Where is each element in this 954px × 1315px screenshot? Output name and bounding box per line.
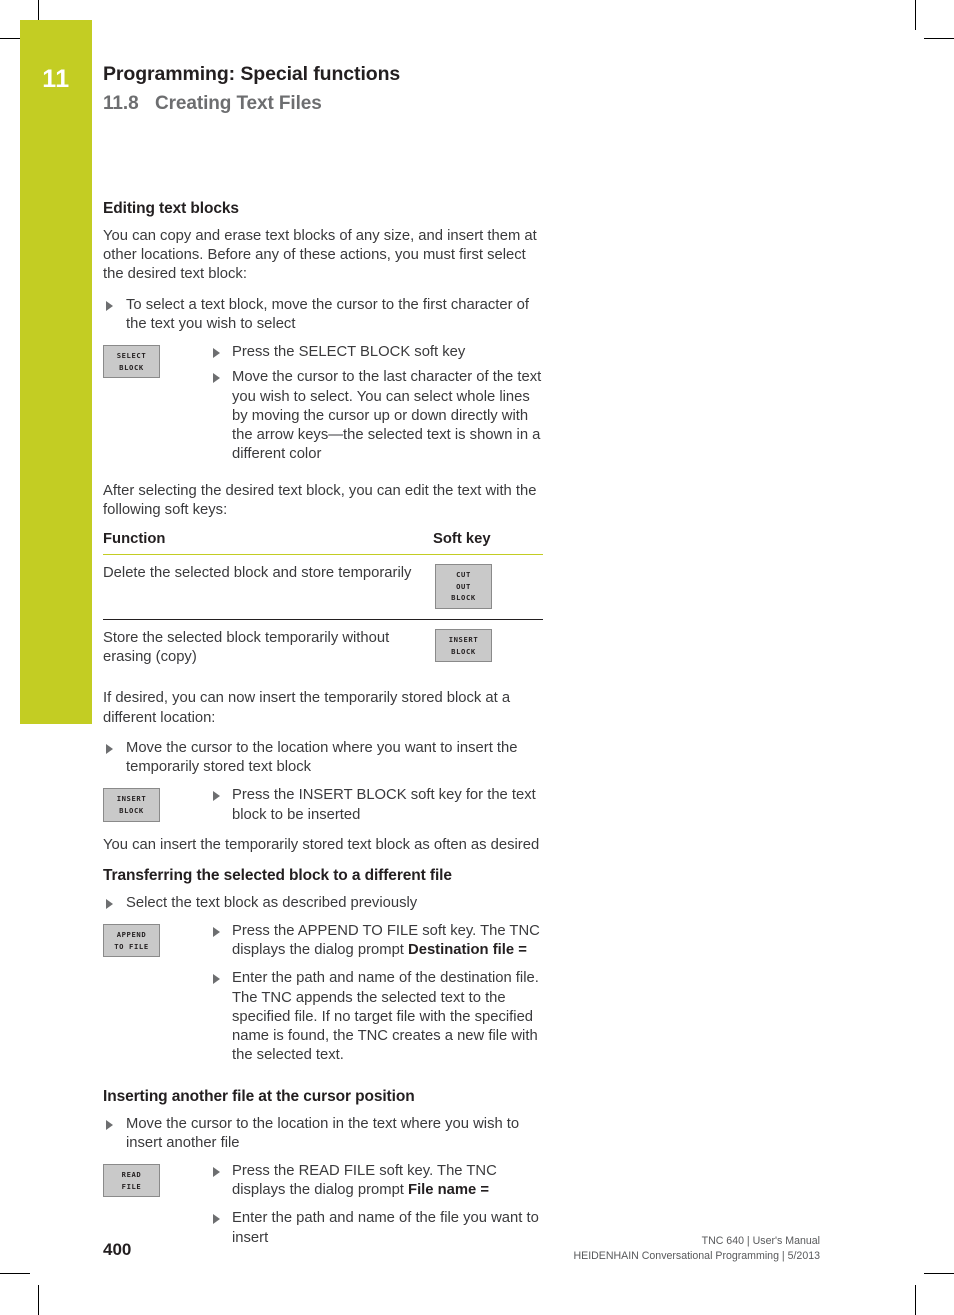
triangle-bullet-icon — [106, 898, 113, 909]
crop-mark-bottom-right-horizontal — [924, 1273, 954, 1274]
list-item-label: Press the INSERT BLOCK soft key for the … — [232, 787, 536, 823]
softkey-line-1: READ — [121, 1170, 142, 1179]
softkey-line-1: INSERT — [448, 635, 479, 645]
triangle-bullet-icon — [213, 926, 220, 937]
triangle-bullet-icon — [106, 743, 113, 754]
main-content: Editing text blocks You can copy and era… — [103, 200, 543, 1251]
list-item: Enter the path and name of the destinati… — [210, 969, 543, 1065]
page-title: Programming: Special functions — [103, 63, 401, 85]
triangle-bullet-icon — [213, 791, 220, 802]
list-item: Press the READ FILE soft key. The TNC di… — [210, 1162, 543, 1200]
list-item: Select the text block as described previ… — [103, 894, 543, 913]
intro-paragraph: You can copy and erase text blocks of an… — [103, 228, 537, 283]
softkey-function-table: Function Soft key Delete the selected bl… — [103, 531, 543, 677]
softkey-cut-out-block[interactable]: CUT OUT BLOCK — [435, 564, 492, 610]
softkey-append-to-file[interactable]: APPEND TO FILE — [103, 923, 160, 958]
list-item: Press the APPEND TO FILE soft key. The T… — [210, 922, 543, 960]
list-item: Move the cursor to the last character of… — [210, 368, 543, 464]
softkey-line-1: INSERT — [116, 794, 147, 804]
heading-editing-text-blocks: Editing text blocks — [103, 200, 239, 217]
table-cell-function: Delete the selected block and store temp… — [103, 554, 433, 621]
list-item-label: Move the cursor to the last character of… — [232, 369, 542, 463]
triangle-bullet-icon — [213, 373, 220, 384]
list-item: Press the SELECT BLOCK soft key — [210, 343, 543, 362]
page-subtitle: 11.8 Creating Text Files — [103, 93, 803, 115]
triangle-bullet-icon — [106, 1119, 113, 1130]
table-cell-softkey: INSERT BLOCK — [433, 620, 543, 678]
triangle-bullet-icon — [213, 1167, 220, 1177]
page-header: Programming: Special functions 11.8 Creat… — [103, 62, 803, 115]
triangle-bullet-icon — [213, 348, 220, 359]
crop-mark-bottom-left-horizontal — [0, 1273, 30, 1274]
softkey-line-2: BLOCK — [119, 806, 144, 816]
bullet-list-select-previously: Select the text block as described previ… — [103, 894, 543, 913]
list-item: Enter the path and name of the file you … — [210, 1209, 543, 1247]
crop-mark-top-right-horizontal — [924, 38, 954, 39]
softkey-insert-block[interactable]: INSERT BLOCK — [435, 629, 492, 663]
column-header-softkey: Soft key — [433, 531, 543, 556]
softkey-row-append-to-file: APPEND TO FILE Press the APPEND TO FILE … — [103, 922, 543, 1066]
table-cell-softkey: CUT OUT BLOCK — [433, 554, 543, 621]
crop-mark-bottom-left-vertical — [38, 1285, 39, 1315]
softkey-select-block[interactable]: SELECT BLOCK — [103, 345, 160, 379]
section-title: Creating Text Files — [155, 93, 322, 115]
softkey-row-read-file: READ FILE Press the READ FILE soft key. … — [103, 1162, 543, 1248]
chapter-number: 11 — [42, 65, 70, 93]
list-item: To select a text block, move the cursor … — [103, 296, 543, 334]
softkey-line-1: CUT — [456, 570, 471, 580]
table-row: Store the selected block temporarily wit… — [103, 620, 543, 678]
list-item: Move the cursor to the location in the t… — [103, 1115, 543, 1153]
list-item-label: To select a text block, move the cursor … — [126, 296, 529, 332]
softkey-line-2: FILE — [121, 1181, 142, 1191]
table-header-row: Function Soft key — [103, 531, 543, 556]
softkey-line-2: TO FILE — [114, 941, 149, 951]
column-header-function: Function — [103, 531, 433, 556]
softkey-insert-block[interactable]: INSERT BLOCK — [103, 788, 160, 822]
list-item-label: Enter the path and name of the destinati… — [232, 970, 539, 1064]
softkey-line-2: BLOCK — [451, 646, 476, 656]
table-row: Delete the selected block and store temp… — [103, 554, 543, 621]
softkey-line-3: BLOCK — [451, 593, 476, 603]
list-item-label: Move the cursor to the location where yo… — [126, 739, 518, 776]
bullet-list-move-cursor-insert: Move the cursor to the location where yo… — [103, 739, 543, 777]
softkey-line-2: BLOCK — [119, 362, 144, 372]
softkey-row-select-block: SELECT BLOCK Press the SELECT BLOCK soft… — [103, 343, 543, 464]
list-item-label: Press the SELECT BLOCK soft key — [232, 344, 466, 361]
footer-line-1: TNC 640 | User's Manual — [701, 1235, 820, 1247]
list-item: Press the INSERT BLOCK soft key for the … — [210, 786, 543, 824]
heading-transferring-block: Transferring the selected block to a dif… — [103, 866, 452, 884]
page-number: 400 — [103, 1240, 132, 1259]
bullet-list-move-cursor-another: Move the cursor to the location in the t… — [103, 1115, 543, 1153]
after-selecting-paragraph: After selecting the desired text block, … — [103, 482, 537, 518]
triangle-bullet-icon — [213, 1214, 220, 1225]
triangle-bullet-icon — [213, 974, 220, 985]
footer-line-2: HEIDENHAIN Conversational Programming | … — [573, 1250, 820, 1263]
crop-mark-bottom-right-vertical — [915, 1285, 916, 1315]
list-item-label: Move the cursor to the location in the t… — [126, 1115, 520, 1151]
crop-mark-top-right-vertical — [915, 0, 916, 30]
table-cell-function: Store the selected block temporarily wit… — [103, 630, 390, 666]
softkey-row-insert-block: INSERT BLOCK Press the INSERT BLOCK soft… — [103, 786, 543, 826]
list-item: Move the cursor to the location where yo… — [103, 739, 543, 777]
dialog-prompt-file-name: File name = — [408, 1182, 490, 1199]
softkey-line-1: SELECT — [116, 351, 147, 361]
dialog-prompt-destination-file: Destination file = — [408, 942, 527, 959]
footer-imprint: TNC 640 | User's Manual HEIDENHAIN Conve… — [573, 1234, 820, 1264]
list-item-label: Enter the path and name of the file you … — [232, 1210, 539, 1246]
list-item-label: Select the text block as described previ… — [126, 894, 418, 911]
if-desired-paragraph: If desired, you can now insert the tempo… — [103, 690, 511, 726]
triangle-bullet-icon — [106, 300, 113, 311]
you-can-insert-paragraph: You can insert the temporarily stored te… — [103, 837, 540, 854]
section-number: 11.8 — [103, 93, 139, 115]
heading-inserting-another-file: Inserting another file at the cursor pos… — [103, 1087, 415, 1105]
chapter-tab: 11 — [20, 20, 92, 724]
softkey-line-2: OUT — [456, 581, 471, 591]
softkey-line-1: APPEND — [116, 929, 147, 939]
softkey-read-file[interactable]: READ FILE — [103, 1164, 160, 1198]
bullet-list-select-block: To select a text block, move the cursor … — [103, 296, 543, 334]
